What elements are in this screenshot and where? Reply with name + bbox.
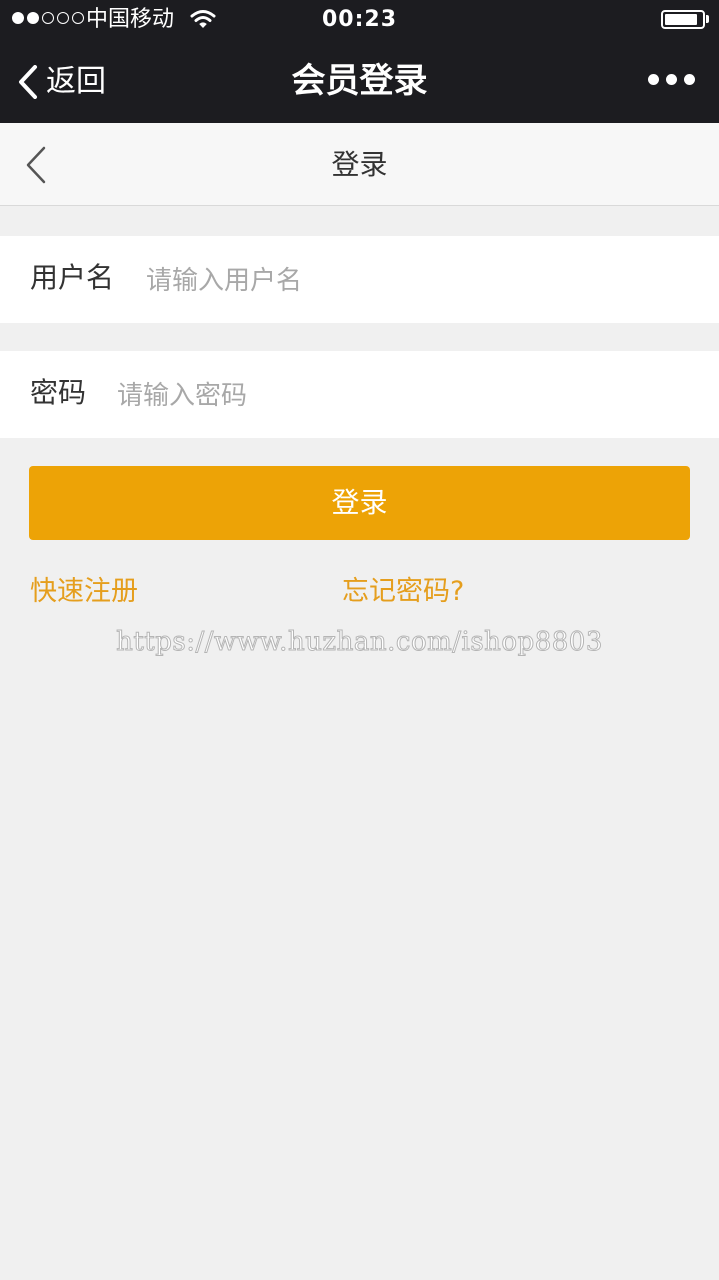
password-input[interactable] [117, 375, 597, 417]
forgot-password-link[interactable]: 忘记密码? [342, 572, 464, 612]
register-link[interactable]: 快速注册 [30, 572, 138, 612]
username-row: 用户名 [0, 236, 719, 323]
username-label: 用户名 [30, 261, 115, 294]
password-row: 密码 [0, 351, 719, 438]
more-dot [684, 74, 695, 85]
battery-level [665, 14, 698, 25]
top-bar: 中国移动 00:23 返回 会员登录 [0, 0, 719, 123]
more-dots-icon[interactable] [648, 74, 695, 85]
more-dot [648, 74, 659, 85]
login-button[interactable]: 登录 [29, 466, 690, 540]
more-dot [666, 74, 677, 85]
battery-tip [706, 15, 709, 23]
password-label: 密码 [30, 376, 87, 409]
status-time: 00:23 [321, 7, 398, 32]
page-header: 登录 [0, 123, 719, 206]
nav-bar: 返回 会员登录 [0, 40, 719, 123]
watermark-url: https://www.huzhan.com/ishop8803 [116, 627, 603, 658]
status-bar: 中国移动 00:23 [0, 0, 719, 40]
nav-title: 会员登录 [291, 61, 428, 101]
page-title: 登录 [331, 148, 388, 181]
username-input[interactable] [146, 260, 626, 302]
battery-icon [661, 10, 705, 29]
